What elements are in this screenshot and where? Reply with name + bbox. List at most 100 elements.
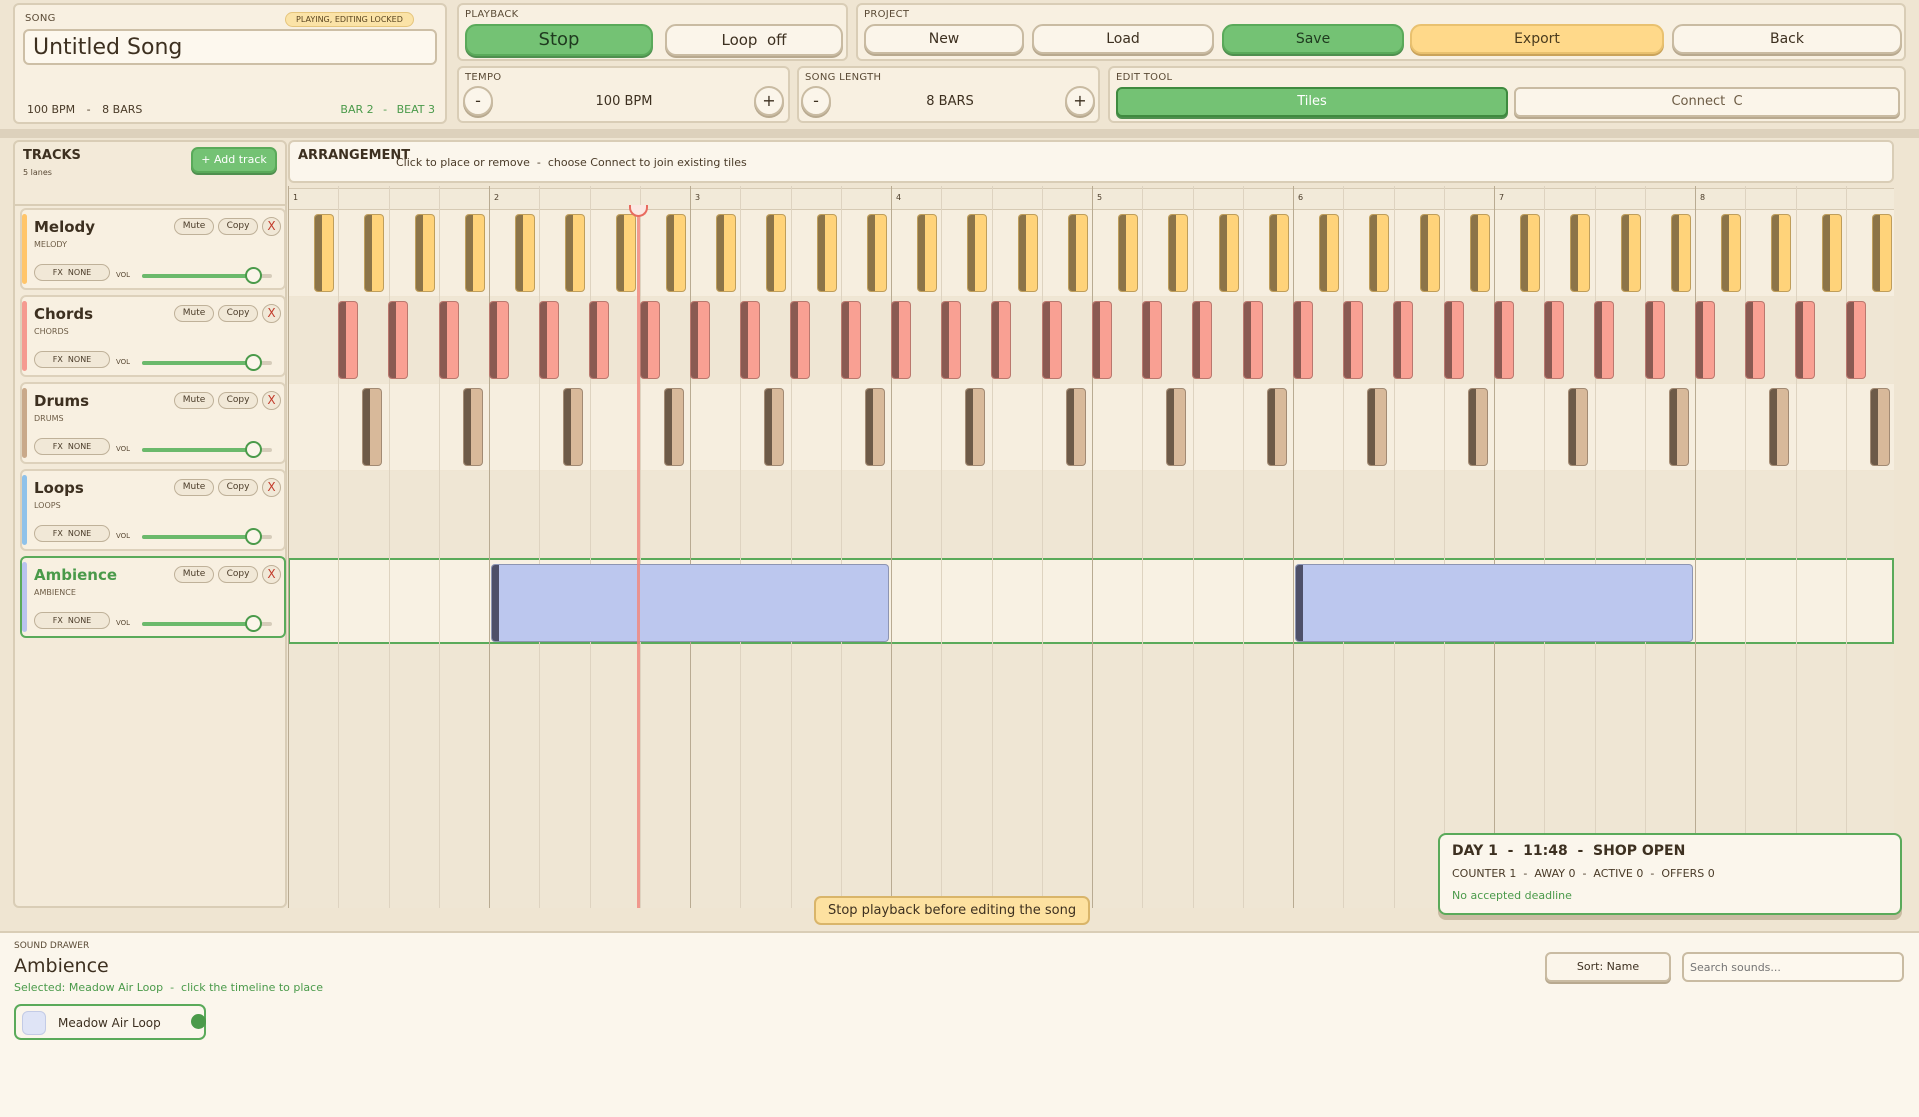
tiles-tool-button[interactable]: Tiles	[1116, 87, 1508, 117]
melody-tile[interactable]	[1871, 214, 1892, 292]
drums-tile[interactable]	[764, 388, 784, 466]
drums-tile[interactable]	[1568, 388, 1588, 466]
melody-tile[interactable]	[414, 214, 435, 292]
loop-toggle-button[interactable]: Loop off	[665, 24, 843, 56]
drums-tile[interactable]	[563, 388, 583, 466]
drums-tile[interactable]	[1668, 388, 1689, 466]
ambience-tile[interactable]	[491, 564, 889, 642]
fx-button[interactable]: FX NONE	[34, 264, 110, 281]
chords-tile[interactable]	[1041, 301, 1062, 379]
chords-tile[interactable]	[1292, 301, 1313, 379]
stop-button[interactable]: Stop	[465, 24, 653, 56]
chords-tile[interactable]	[338, 301, 358, 379]
chords-tile[interactable]	[689, 301, 710, 379]
delete-track-button[interactable]: X	[262, 391, 281, 410]
chords-tile[interactable]	[1443, 301, 1464, 379]
volume-knob[interactable]	[244, 615, 262, 632]
drums-tile[interactable]	[1769, 388, 1789, 466]
melody-tile[interactable]	[967, 214, 988, 292]
melody-tile[interactable]	[1620, 214, 1641, 292]
add-track-button[interactable]: + Add track	[191, 147, 277, 173]
chords-tile[interactable]	[388, 301, 409, 379]
drums-tile[interactable]	[965, 388, 985, 466]
track-melody[interactable]: Melody MELODY Mute Copy X FX NONE VOL	[20, 208, 286, 290]
volume-slider[interactable]	[142, 441, 272, 458]
chords-tile[interactable]	[1343, 301, 1363, 379]
drums-tile[interactable]	[1065, 388, 1086, 466]
chords-tile[interactable]	[1644, 301, 1665, 379]
ambience-tile[interactable]	[1295, 564, 1693, 642]
chords-tile[interactable]	[1845, 301, 1866, 379]
chords-tile[interactable]	[1142, 301, 1162, 379]
delete-track-button[interactable]: X	[262, 304, 281, 323]
fx-button[interactable]: FX NONE	[34, 612, 110, 629]
chords-tile[interactable]	[991, 301, 1012, 379]
melody-tile[interactable]	[364, 214, 385, 292]
drums-tile[interactable]	[663, 388, 684, 466]
drums-tile[interactable]	[1869, 388, 1890, 466]
mute-button[interactable]: Mute	[174, 305, 214, 322]
chords-tile[interactable]	[1594, 301, 1615, 379]
sound-item-meadow-air-loop[interactable]: Meadow Air Loop	[14, 1004, 206, 1040]
fx-button[interactable]: FX NONE	[34, 438, 110, 455]
tempo-decrease-button[interactable]: -	[463, 86, 493, 116]
new-button[interactable]: New	[864, 24, 1024, 54]
drums-tile[interactable]	[864, 388, 885, 466]
melody-tile[interactable]	[464, 214, 485, 292]
melody-tile[interactable]	[1319, 214, 1339, 292]
chords-tile[interactable]	[890, 301, 911, 379]
melody-tile[interactable]	[1268, 214, 1289, 292]
melody-tile[interactable]	[766, 214, 787, 292]
melody-tile[interactable]	[1570, 214, 1591, 292]
mute-button[interactable]: Mute	[174, 218, 214, 235]
mute-button[interactable]: Mute	[174, 392, 214, 409]
melody-tile[interactable]	[665, 214, 686, 292]
chords-tile[interactable]	[1493, 301, 1514, 379]
chords-tile[interactable]	[488, 301, 509, 379]
melody-tile[interactable]	[1520, 214, 1540, 292]
chords-tile[interactable]	[539, 301, 559, 379]
track-loops[interactable]: Loops LOOPS Mute Copy X FX NONE VOL	[20, 469, 286, 551]
mute-button[interactable]: Mute	[174, 566, 214, 583]
tempo-increase-button[interactable]: +	[754, 86, 784, 116]
melody-tile[interactable]	[615, 214, 636, 292]
chords-tile[interactable]	[1544, 301, 1564, 379]
melody-tile[interactable]	[816, 214, 837, 292]
arrangement-grid[interactable]	[288, 186, 1894, 908]
drums-tile[interactable]	[1467, 388, 1488, 466]
chords-tile[interactable]	[438, 301, 459, 379]
volume-slider[interactable]	[142, 354, 272, 371]
melody-tile[interactable]	[314, 214, 334, 292]
length-increase-button[interactable]: +	[1065, 86, 1095, 116]
copy-button[interactable]: Copy	[218, 479, 258, 496]
melody-tile[interactable]	[565, 214, 586, 292]
melody-tile[interactable]	[1067, 214, 1088, 292]
melody-tile[interactable]	[1118, 214, 1138, 292]
length-decrease-button[interactable]: -	[801, 86, 831, 116]
volume-knob[interactable]	[244, 441, 262, 458]
melody-tile[interactable]	[917, 214, 937, 292]
back-button[interactable]: Back	[1672, 24, 1902, 54]
drums-tile[interactable]	[462, 388, 483, 466]
melody-tile[interactable]	[1218, 214, 1239, 292]
drums-tile[interactable]	[1266, 388, 1287, 466]
track-chords[interactable]: Chords CHORDS Mute Copy X FX NONE VOL	[20, 295, 286, 377]
sort-button[interactable]: Sort: Name	[1545, 952, 1671, 982]
volume-slider[interactable]	[142, 615, 272, 632]
chords-tile[interactable]	[1795, 301, 1816, 379]
melody-tile[interactable]	[1369, 214, 1390, 292]
copy-button[interactable]: Copy	[218, 218, 258, 235]
track-drums[interactable]: Drums DRUMS Mute Copy X FX NONE VOL	[20, 382, 286, 464]
melody-tile[interactable]	[1721, 214, 1741, 292]
chords-tile[interactable]	[941, 301, 961, 379]
melody-tile[interactable]	[1469, 214, 1490, 292]
drums-tile[interactable]	[1166, 388, 1186, 466]
lane-drums[interactable]	[288, 384, 1894, 470]
chords-tile[interactable]	[840, 301, 861, 379]
melody-tile[interactable]	[1168, 214, 1189, 292]
melody-tile[interactable]	[1017, 214, 1038, 292]
sound-search-input[interactable]	[1682, 952, 1904, 982]
export-button[interactable]: Export	[1410, 24, 1664, 54]
delete-track-button[interactable]: X	[262, 478, 281, 497]
volume-knob[interactable]	[244, 354, 262, 371]
